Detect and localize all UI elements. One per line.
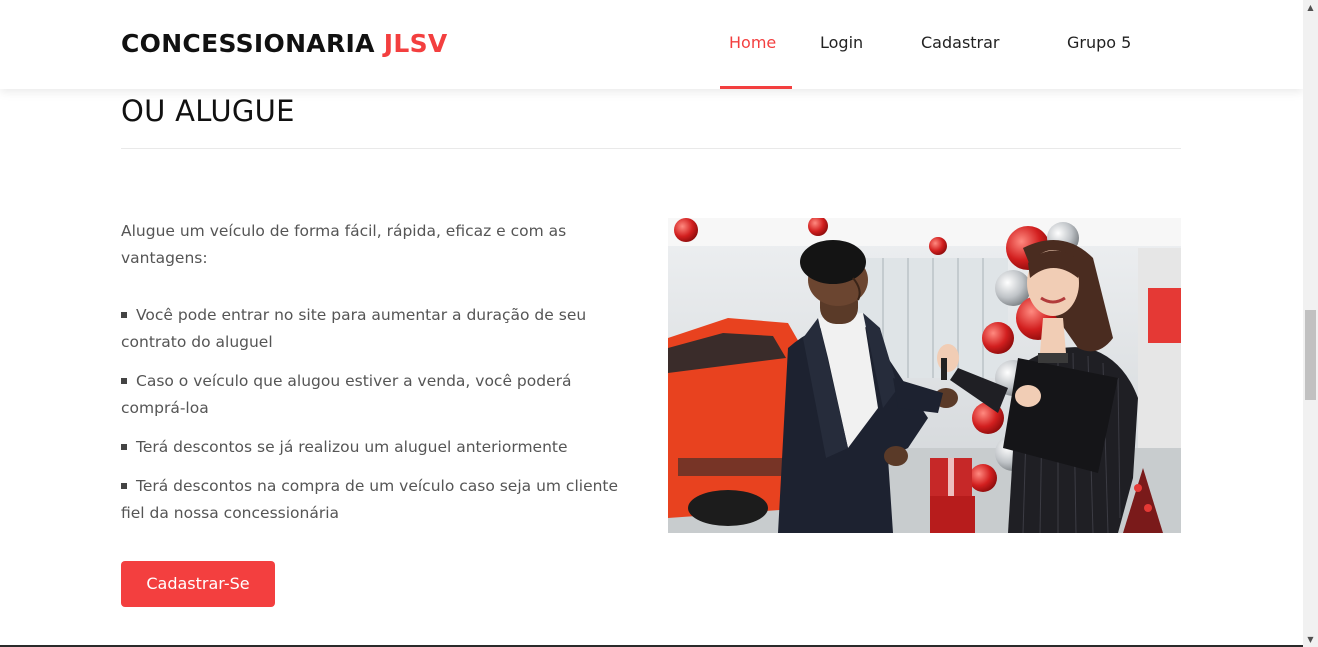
square-bullet-icon (121, 377, 127, 384)
square-bullet-icon (121, 443, 127, 450)
nav-active-indicator (720, 86, 792, 89)
scrollbar-thumb[interactable] (1305, 310, 1316, 400)
site-header: CONCESSIONARIA JLSV Home Login Cadastrar… (0, 0, 1303, 89)
list-item: Caso o veículo que alugou estiver a vend… (121, 368, 621, 422)
benefit-text: Terá descontos na compra de um veículo c… (121, 477, 619, 522)
section-intro: Alugue um veículo de forma fácil, rápida… (121, 222, 567, 267)
brand-accent: JLSV (383, 29, 448, 58)
vertical-scrollbar[interactable]: ▲ ▼ (1303, 0, 1318, 647)
section-divider (121, 148, 1181, 149)
benefit-text: Terá descontos se já realizou um aluguel… (136, 438, 568, 456)
nav-cadastrar[interactable]: Cadastrar (921, 33, 1000, 52)
benefit-text: Caso o veículo que alugou estiver a vend… (121, 372, 572, 417)
chevron-up-icon[interactable]: ▲ (1303, 0, 1318, 15)
brand-name: CONCESSIONARIA (121, 29, 384, 58)
page: CONCESSIONARIA JLSV Home Login Cadastrar… (0, 0, 1318, 647)
dealership-photo (668, 218, 1181, 533)
nav-grupo-5[interactable]: Grupo 5 (1067, 33, 1131, 52)
square-bullet-icon (121, 482, 127, 489)
brand-logo[interactable]: CONCESSIONARIA JLSV (121, 29, 448, 58)
list-item: Você pode entrar no site para aumentar a… (121, 302, 621, 356)
benefit-text: Você pode entrar no site para aumentar a… (121, 306, 587, 351)
section-title: OU ALUGUE (121, 94, 295, 128)
benefits-list: Você pode entrar no site para aumentar a… (121, 302, 621, 539)
nav-home[interactable]: Home (729, 33, 776, 52)
chevron-down-icon[interactable]: ▼ (1303, 632, 1318, 647)
list-item: Terá descontos na compra de um veículo c… (121, 473, 621, 527)
square-bullet-icon (121, 311, 127, 318)
signup-button[interactable]: Cadastrar-Se (121, 561, 275, 607)
nav-login[interactable]: Login (820, 33, 863, 52)
list-item: Terá descontos se já realizou um aluguel… (121, 434, 621, 461)
